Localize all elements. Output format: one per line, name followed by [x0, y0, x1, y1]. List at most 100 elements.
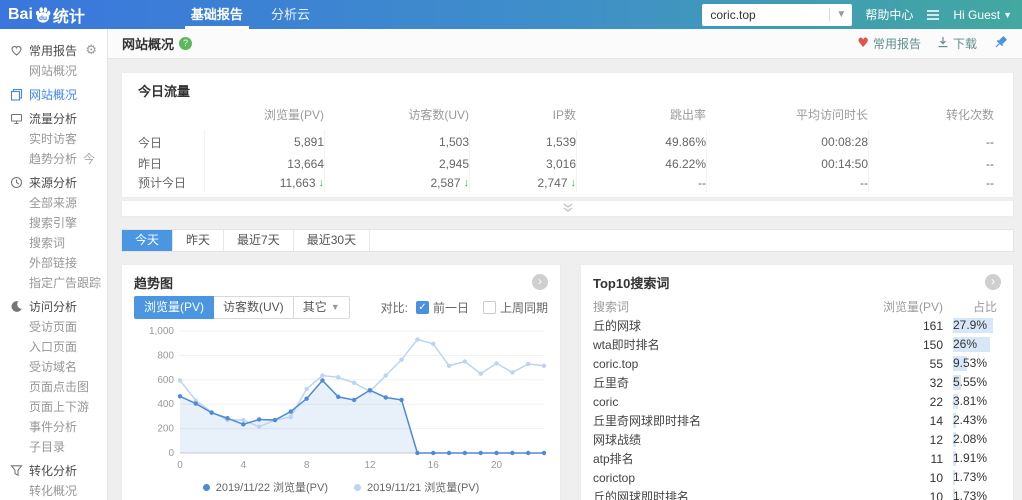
sidebar-item-suffix[interactable]: 今 昨	[83, 152, 107, 166]
metric-button-0[interactable]: 浏览量(PV)	[134, 296, 215, 319]
sidebar-item-label: 受访页面	[29, 320, 78, 334]
today-traffic-panel: 今日流量 浏览量(PV) 访客数(UV) IP数 跳出率 平均访问时长 转化次数 今日 5,8…	[121, 72, 1014, 198]
sidebar-section-5-header[interactable]: 转化分析	[0, 459, 107, 481]
traffic-value-cell: --	[576, 173, 706, 192]
date-range-tabs: 今天 昨天 最近7天 最近30天	[121, 229, 1014, 252]
gear-icon[interactable]: ⚙	[85, 43, 97, 58]
sidebar-section-2-header[interactable]: 流量分析	[0, 107, 107, 129]
sidebar-section-label: 来源分析	[29, 175, 78, 190]
keyword-pv-value: 10	[929, 489, 943, 500]
compare-option-1[interactable]: 上周同期	[482, 299, 548, 316]
keyword-pv-value: 32	[929, 375, 943, 390]
metric-segmented-control: 浏览量(PV) 访客数(UV) 其它 ▼	[134, 296, 350, 319]
legend-item-1[interactable]: 2019/11/21 浏览量(PV)	[354, 479, 479, 495]
traffic-row-label: 今日	[138, 135, 163, 150]
top-keywords-panel: Top10搜索词 › 搜索词 浏览量(PV) 占比 丘的网球 161 27.9% wt…	[580, 264, 1014, 500]
sidebar-item-label: 受访域名	[29, 360, 78, 374]
traffic-value-cell: 3,016	[469, 154, 576, 173]
keyword-pv-value: 11	[930, 451, 943, 466]
page-toolbar: 网站概况 ? ♥ 常用报告 下载	[108, 29, 1022, 59]
expand-trend-button[interactable]: ›	[532, 274, 548, 290]
header-right: coric.top ▼ 帮助中心 Hi Guest ▼	[702, 3, 1022, 26]
help-badge-icon[interactable]: ?	[179, 37, 193, 50]
sidebar-item-3-3[interactable]: 外部链接	[0, 253, 107, 273]
nav-tab-1[interactable]: 分析云	[257, 0, 324, 29]
sidebar-item-3-0[interactable]: 全部来源	[0, 193, 107, 213]
apps-menu-icon[interactable]	[926, 9, 940, 21]
keyword-ratio-cell: 27.9%	[953, 318, 1001, 333]
sidebar-item-4-1[interactable]: 入口页面	[0, 337, 107, 357]
download-action[interactable]: 下载	[937, 35, 977, 52]
chart-legend: 2019/11/22 浏览量(PV) 2019/11/21 浏览量(PV)	[134, 479, 548, 495]
sidebar-item-3-2[interactable]: 搜索词	[0, 233, 107, 253]
main-content: 今日流量 浏览量(PV) 访客数(UV) IP数 跳出率 平均访问时长 转化次数 今日 5,8…	[108, 59, 1022, 500]
sidebar-item-5-0[interactable]: 转化概况	[0, 481, 107, 500]
sidebar-item-4-4[interactable]: 页面上下游	[0, 397, 107, 417]
sidebar-item-label: 搜索引擎	[29, 216, 78, 230]
sidebar-item-3-4[interactable]: 指定广告跟踪	[0, 273, 107, 293]
help-center-link[interactable]: 帮助中心	[865, 6, 913, 23]
legend-label: 2019/11/22 浏览量(PV)	[215, 482, 328, 494]
sidebar-item-3-1[interactable]: 搜索引擎	[0, 213, 107, 233]
monitor-icon	[9, 111, 23, 125]
sidebar-section-label: 常用报告	[29, 43, 78, 58]
sidebar-item-4-5[interactable]: 事件分析	[0, 417, 107, 437]
sidebar-item-0-0[interactable]: 网站概况	[0, 61, 107, 81]
keyword-ratio-value: 1.91%	[953, 451, 988, 465]
legend-label: 2019/11/21 浏览量(PV)	[367, 482, 480, 494]
sidebar-item-label: 指定广告跟踪	[29, 276, 102, 290]
compare-option-0[interactable]: ✓ 前一日	[415, 299, 469, 316]
keyword-text: coric	[593, 394, 619, 409]
sidebar-item-2-1[interactable]: 趋势分析今 昨	[0, 149, 107, 169]
checkbox-checked[interactable]: ✓	[415, 301, 429, 314]
keywords-table-header: 搜索词 浏览量(PV) 占比	[593, 299, 997, 314]
traffic-col-header-3: 跳出率	[669, 108, 706, 122]
svg-text:20: 20	[491, 460, 503, 471]
sidebar-section-1-header[interactable]: 网站概况	[0, 83, 107, 105]
trend-panel-title: 趋势图	[134, 275, 174, 291]
sidebar-item-label: 子目录	[29, 440, 66, 454]
sidebar-section-3-header[interactable]: 来源分析	[0, 171, 107, 193]
date-tab-1[interactable]: 昨天	[173, 230, 225, 251]
keyword-text: 网球战绩	[593, 433, 642, 447]
metric-button-label: 其它	[302, 300, 327, 314]
favorite-report-action[interactable]: ♥ 常用报告	[857, 35, 921, 52]
baidu-paw-icon: du	[34, 6, 52, 24]
site-selector[interactable]: coric.top ▼	[702, 3, 853, 26]
sidebar-section-2: 流量分析实时访客趋势分析今 昨	[0, 107, 107, 169]
baidu-tongji-logo[interactable]: Bai du 统计	[8, 3, 85, 27]
sidebar-item-4-6[interactable]: 子目录	[0, 437, 107, 457]
keyword-text: 丘的网球即时排名	[593, 490, 690, 500]
keyword-row-0: 丘的网球 161 27.9%	[593, 316, 1001, 335]
sidebar-section-0-header[interactable]: 常用报告 ⚙	[0, 39, 107, 61]
traffic-col-header-1: 访客数(UV)	[408, 108, 469, 122]
sidebar-item-4-0[interactable]: 受访页面	[0, 317, 107, 337]
traffic-value-cell: 46.22%	[576, 154, 706, 173]
traffic-value: 46.22%	[665, 156, 706, 171]
nav-tab-0[interactable]: 基础报告	[177, 0, 257, 29]
checkbox-unchecked[interactable]	[482, 301, 496, 314]
top-header: Bai du 统计 基础报告 分析云 coric.top ▼ 帮助中心 Hi G…	[0, 0, 1022, 29]
compare-option-label: 上周同期	[499, 301, 548, 315]
traffic-col-header-0: 浏览量(PV)	[263, 108, 324, 122]
sidebar-section-4-header[interactable]: 访问分析	[0, 295, 107, 317]
traffic-value: --	[698, 175, 706, 190]
keyword-text: corictop	[593, 470, 636, 485]
sidebar-item-4-3[interactable]: 页面点击图	[0, 377, 107, 397]
date-tab-2[interactable]: 最近7天	[224, 230, 294, 251]
sidebar-section-0: 常用报告 ⚙ 网站概况	[0, 39, 107, 81]
date-tab-3[interactable]: 最近30天	[294, 230, 371, 251]
metric-button-2[interactable]: 其它 ▼	[293, 296, 350, 319]
legend-item-0[interactable]: 2019/11/22 浏览量(PV)	[202, 479, 328, 495]
svg-text:600: 600	[157, 375, 174, 386]
sidebar-item-2-0[interactable]: 实时访客	[0, 129, 107, 149]
collapse-toggle[interactable]	[121, 200, 1014, 217]
user-menu[interactable]: Hi Guest ▼	[953, 8, 1012, 22]
metric-button-1[interactable]: 访客数(UV)	[214, 296, 294, 319]
sidebar-item-4-2[interactable]: 受访域名	[0, 357, 107, 377]
expand-keywords-button[interactable]: ›	[985, 274, 1001, 290]
date-tab-0[interactable]: 今天	[122, 230, 174, 251]
pin-action[interactable]	[993, 35, 1008, 53]
keyword-row-5: 丘里奇网球即时排名 14 2.43%	[593, 411, 1001, 430]
trend-chart-panel: 趋势图 › 浏览量(PV) 访客数(UV) 其它 ▼ 对比: ✓ 前一日 上周同期 0 20…	[121, 264, 561, 500]
